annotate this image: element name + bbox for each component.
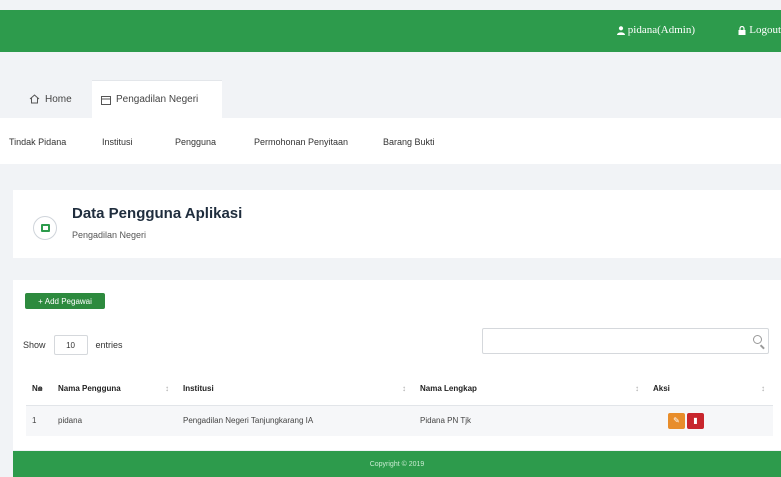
sort-icon: ↕ xyxy=(635,384,639,393)
table-row: 1 pidana Pengadilan Negeri Tanjungkarang… xyxy=(26,405,773,436)
add-pegawai-button[interactable]: + Add Pegawai xyxy=(25,293,105,309)
lock-icon xyxy=(738,25,746,35)
user-menu[interactable]: pidana(Admin) xyxy=(616,24,695,36)
trash-icon: ▮ xyxy=(693,415,698,425)
edit-button[interactable]: ✎ xyxy=(668,412,685,429)
column-header-no[interactable]: No ▲ xyxy=(26,372,52,406)
column-header-nama-lengkap[interactable]: Nama Lengkap ↕ xyxy=(414,372,647,406)
sort-asc-icon: ▲ xyxy=(36,384,44,393)
cell-no: 1 xyxy=(26,405,52,436)
user-name: pidana(Admin) xyxy=(627,24,695,36)
sort-icon: ↕ xyxy=(402,384,406,393)
menu-item-barang-bukti[interactable]: Barang Bukti xyxy=(383,137,435,147)
column-header-institusi[interactable]: Institusi ↕ xyxy=(177,372,414,406)
calendar-icon xyxy=(101,95,111,105)
page-subtitle: Pengadilan Negeri xyxy=(72,230,147,240)
entries-length-control: Show 10 entries xyxy=(23,335,123,355)
sort-icon: ↕ xyxy=(761,384,765,393)
menu-item-pengguna[interactable]: Pengguna xyxy=(175,137,216,147)
user-icon xyxy=(616,25,625,35)
logout-link[interactable]: Logout xyxy=(738,24,781,36)
delete-button[interactable]: ▮ xyxy=(687,412,704,429)
column-header-aksi[interactable]: Aksi ↕ xyxy=(647,372,773,406)
search-input[interactable] xyxy=(482,328,769,354)
logout-label: Logout xyxy=(749,24,781,36)
top-navbar: pidana(Admin) Logout xyxy=(0,10,781,52)
users-table: No ▲ Nama Pengguna ↕ Institusi ↕ Nama Lengk… xyxy=(26,372,773,436)
page-title: Data Pengguna Aplikasi xyxy=(72,205,243,222)
add-pegawai-label: Add Pegawai xyxy=(44,296,92,306)
desktop-icon xyxy=(33,216,57,240)
tab-bar: Home Pengadilan Negeri xyxy=(0,80,781,118)
module-menu: Tindak Pidana Institusi Pengguna Permoho… xyxy=(0,118,781,164)
table-header-row: No ▲ Nama Pengguna ↕ Institusi ↕ Nama Lengk… xyxy=(26,372,773,406)
cell-username: pidana xyxy=(52,405,177,436)
entries-select[interactable]: 10 xyxy=(53,335,88,355)
entries-label: entries xyxy=(95,340,123,350)
tab-home[interactable]: Home xyxy=(20,80,81,118)
plus-icon: + xyxy=(38,296,43,306)
pencil-icon: ✎ xyxy=(673,415,680,425)
tab-pengadilan-label: Pengadilan Negeri xyxy=(116,94,199,105)
copyright-text: Copyright © 2019 xyxy=(369,460,425,468)
home-icon xyxy=(29,94,40,104)
content-card: + Add Pegawai Show 10 entries No ▲ Nama P… xyxy=(13,280,781,450)
show-label: Show xyxy=(23,340,46,350)
search-icon xyxy=(753,335,762,344)
cell-actions: ✎ ▮ xyxy=(647,405,773,436)
sort-icon: ↕ xyxy=(165,384,169,393)
cell-nama-lengkap: Pidana PN Tjk xyxy=(414,405,647,436)
footer: Copyright © 2019 xyxy=(13,451,781,477)
cell-institusi: Pengadilan Negeri Tanjungkarang IA xyxy=(177,405,414,436)
menu-item-permohonan-penyitaan[interactable]: Permohonan Penyitaan xyxy=(254,137,348,147)
menu-item-tindak-pidana[interactable]: Tindak Pidana xyxy=(9,137,66,147)
menu-item-institusi[interactable]: Institusi xyxy=(102,137,133,147)
tab-pengadilan-negeri[interactable]: Pengadilan Negeri xyxy=(92,80,222,118)
page-header: Data Pengguna Aplikasi Pengadilan Negeri xyxy=(13,190,781,258)
tab-home-label: Home xyxy=(45,93,72,105)
column-header-nama-pengguna[interactable]: Nama Pengguna ↕ xyxy=(52,372,177,406)
